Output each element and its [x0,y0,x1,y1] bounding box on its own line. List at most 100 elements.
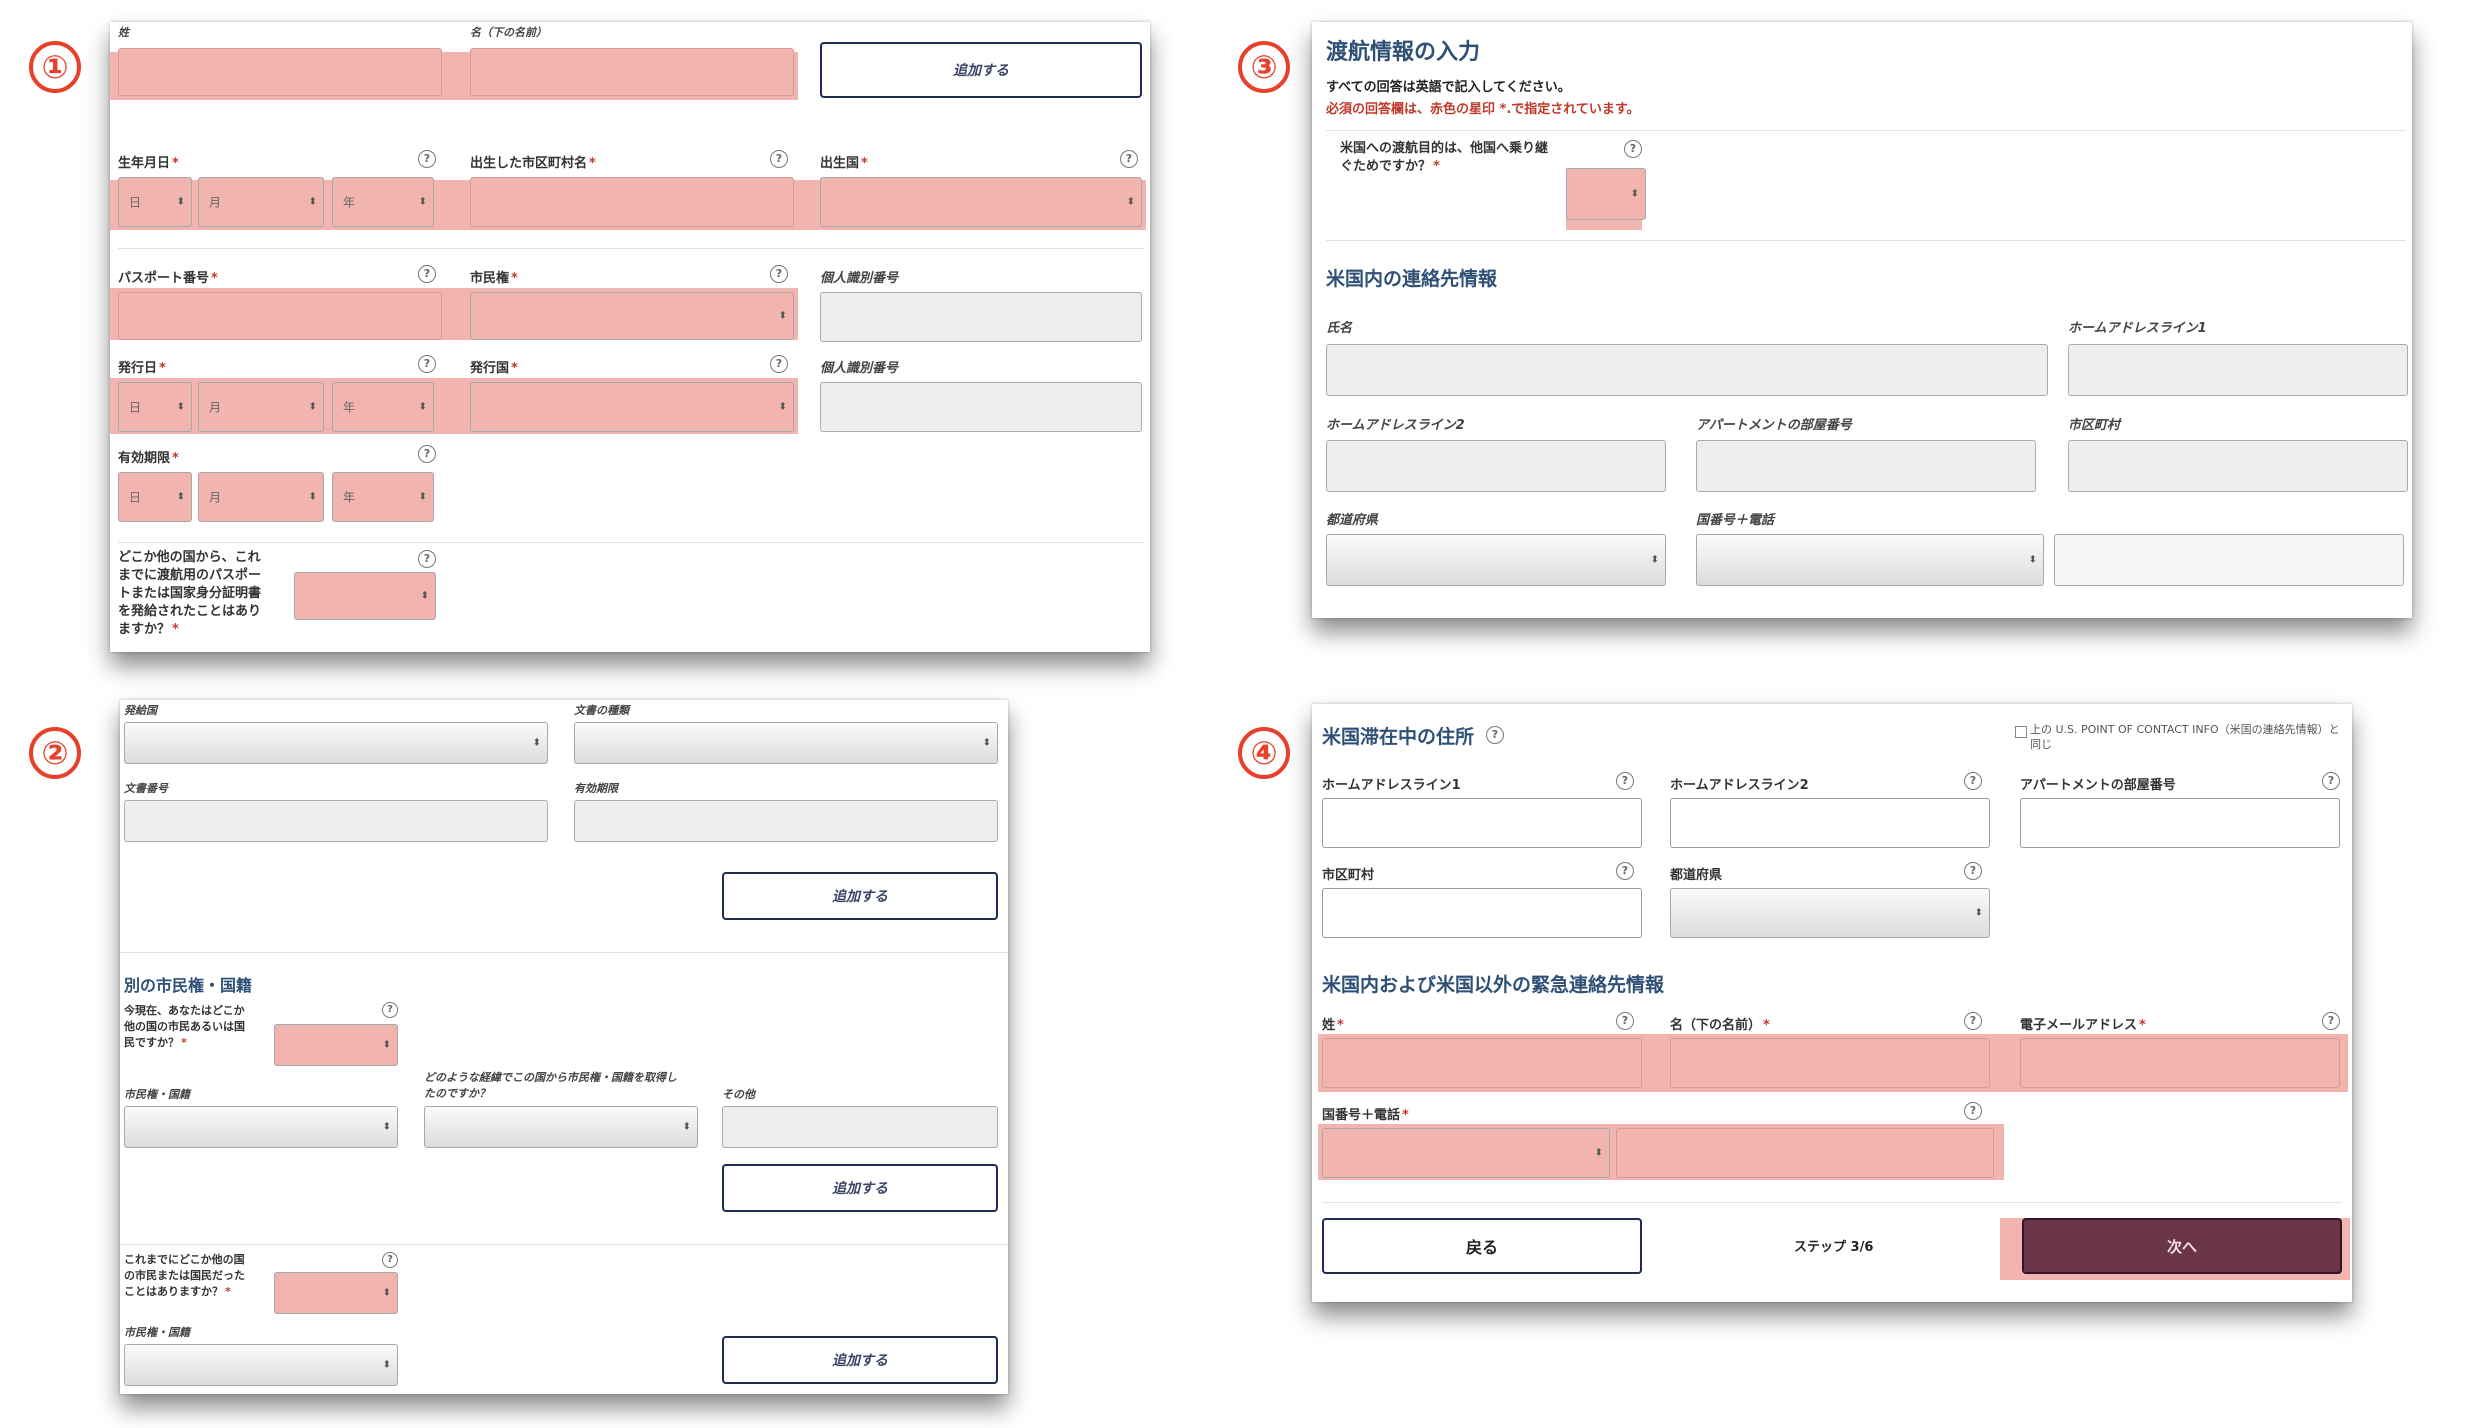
city-input[interactable] [1322,888,1642,938]
divider [120,1244,1008,1245]
expiry-day-select[interactable]: 日 ⬍ [118,472,192,522]
doc-expiry-input[interactable] [574,800,998,842]
passport-no-input[interactable] [118,292,442,340]
panel-us-address: 米国滞在中の住所 ? 上の U.S. POINT OF CONTACT INFO… [1312,704,2352,1302]
birth-city-label: 出生した市区町村名 * [470,156,596,171]
contact-phone-label: 国番号＋電話 [1696,513,1775,528]
address2-input[interactable] [1670,798,1990,848]
contact-address1-input[interactable] [2068,344,2408,396]
citizenship-select[interactable]: ⬍ [470,292,794,340]
national-id-input-2[interactable] [820,382,1142,432]
panel-other-documents: 発給国 文書の種類 ⬍ ⬍ 文書番号 有効期限 追加する 別の市民権・国籍 今現… [120,700,1008,1394]
issuing-country-select[interactable]: ⬍ [124,722,548,764]
dob-help-icon[interactable]: ? [418,150,436,168]
transit-help-icon[interactable]: ? [1624,140,1642,158]
emergency-given-name-label: 名（下の名前） * [1670,1018,1770,1033]
dob-month-select[interactable]: 月 ⬍ [198,177,324,227]
citizenship-label: 市民権・国籍 [124,1088,190,1101]
birth-city-help-icon[interactable]: ? [770,150,788,168]
issue-country-select[interactable]: ⬍ [470,382,794,432]
citizenship-select[interactable]: ⬍ [124,1106,398,1148]
contact-country-code-select[interactable]: ⬍ [1696,534,2044,586]
back-button[interactable]: 戻る [1322,1218,1642,1274]
past-citizenship-select[interactable]: ⬍ [124,1344,398,1386]
contact-state-select[interactable]: ⬍ [1326,534,1666,586]
address1-help-icon[interactable]: ? [1616,772,1634,790]
how-acquired-select[interactable]: ⬍ [424,1106,698,1148]
emergency-email-input[interactable] [2020,1038,2340,1088]
other-passport-help-icon[interactable]: ? [418,550,436,568]
emergency-surname-input[interactable] [1322,1038,1642,1088]
same-as-checkbox[interactable] [2015,726,2027,738]
address1-input[interactable] [1322,798,1642,848]
city-help-icon[interactable]: ? [1616,862,1634,880]
issue-month-select[interactable]: 月 ⬍ [198,382,324,432]
past-citizen-question: これまでにどこか他の国の市民または国民だったことはありますか？ * [124,1253,245,1298]
expiry-year-select[interactable]: 年 ⬍ [332,472,434,522]
birth-country-select[interactable]: ⬍ [820,177,1142,227]
national-id-input[interactable] [820,292,1142,342]
other-citizenship-title: 別の市民権・国籍 [124,976,253,995]
contact-name-input[interactable] [1326,344,2048,396]
add-name-button[interactable]: 追加する [820,42,1142,98]
contact-name-label: 氏名 [1326,321,1353,336]
expiry-label: 有効期限 * [118,451,179,466]
surname-label: 姓 [118,26,129,39]
transit-select[interactable]: ⬍ [1566,168,1646,220]
divider [118,248,1144,249]
passport-help-icon[interactable]: ? [418,265,436,283]
panel-travel-info: 渡航情報の入力 すべての回答は英語で記入してください。 必須の回答欄は、赤色の星… [1312,22,2412,618]
other-passport-select[interactable]: ⬍ [294,572,436,620]
step-indicator: ステップ 3/6 [1794,1240,1874,1255]
other-input[interactable] [722,1106,998,1148]
doc-type-select[interactable]: ⬍ [574,722,998,764]
next-button[interactable]: 次へ [2022,1218,2342,1274]
dob-day-select[interactable]: 日 ⬍ [118,177,192,227]
badge-2: ② [29,727,81,779]
emergency-given-name-help-icon[interactable]: ? [1964,1012,1982,1030]
issue-year-select[interactable]: 年 ⬍ [332,382,434,432]
birth-country-label: 出生国 * [820,156,868,171]
address2-help-icon[interactable]: ? [1964,772,1982,790]
birth-city-input[interactable] [470,177,794,227]
given-name-input[interactable] [470,48,794,96]
issue-date-help-icon[interactable]: ? [418,355,436,373]
contact-address2-input[interactable] [1326,440,1666,492]
add-past-citizenship-button[interactable]: 追加する [722,1336,998,1384]
emergency-given-name-input[interactable] [1670,1038,1990,1088]
current-citizen-help-icon[interactable]: ? [382,1002,398,1018]
dob-year-select[interactable]: 年 ⬍ [332,177,434,227]
address2-label: ホームアドレスライン2 [1670,778,1809,793]
issue-country-help-icon[interactable]: ? [770,355,788,373]
contact-apt-input[interactable] [1696,440,2036,492]
past-citizen-help-icon[interactable]: ? [382,1252,398,1268]
emergency-phone-help-icon[interactable]: ? [1964,1102,1982,1120]
surname-input[interactable] [118,48,442,96]
emergency-email-label: 電子メールアドレス * [2020,1018,2146,1033]
emergency-country-code-select[interactable]: ⬍ [1322,1128,1610,1178]
contact-address2-label: ホームアドレスライン2 [1326,418,1465,433]
emergency-surname-help-icon[interactable]: ? [1616,1012,1634,1030]
issue-day-select[interactable]: 日 ⬍ [118,382,192,432]
emergency-phone-input[interactable] [1616,1128,1994,1178]
doc-number-input[interactable] [124,800,548,842]
citizenship-help-icon[interactable]: ? [770,265,788,283]
expiry-help-icon[interactable]: ? [418,445,436,463]
contact-city-input[interactable] [2068,440,2408,492]
apt-help-icon[interactable]: ? [2322,772,2340,790]
emergency-email-help-icon[interactable]: ? [2322,1012,2340,1030]
us-address-help-icon[interactable]: ? [1486,726,1504,744]
contact-phone-input[interactable] [2054,534,2404,586]
expiry-month-select[interactable]: 月 ⬍ [198,472,324,522]
birth-country-help-icon[interactable]: ? [1120,150,1138,168]
current-citizen-select[interactable]: ⬍ [274,1024,398,1066]
add-citizenship-button[interactable]: 追加する [722,1164,998,1212]
same-as-label: 上の U.S. POINT OF CONTACT INFO（米国の連絡先情報）と… [2030,723,2340,751]
state-select[interactable]: ⬍ [1670,888,1990,938]
add-document-button[interactable]: 追加する [722,872,998,920]
state-label: 都道府県 [1670,868,1723,883]
past-citizen-select[interactable]: ⬍ [274,1272,398,1314]
issue-country-label: 発行国 * [470,361,518,376]
state-help-icon[interactable]: ? [1964,862,1982,880]
apt-input[interactable] [2020,798,2340,848]
